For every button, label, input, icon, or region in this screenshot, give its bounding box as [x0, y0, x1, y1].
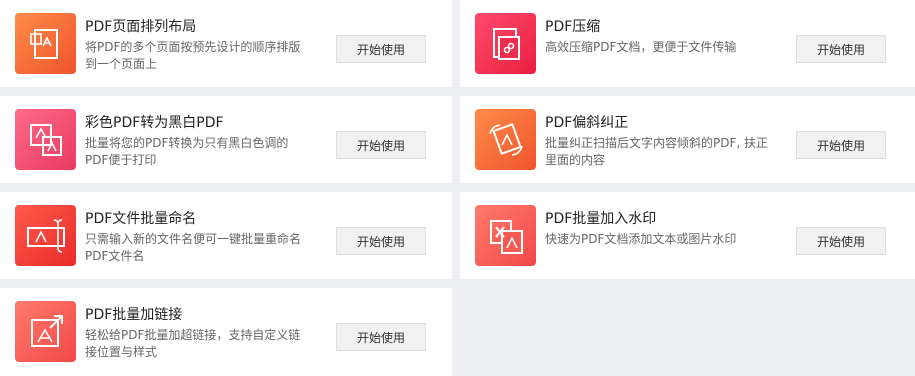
tool-card-pdf-batch-rename: PDF文件批量命名 只需输入新的文件名便可一键批量重命名PDF文件名 开始使用: [0, 192, 452, 279]
tool-description: 快速为PDF文档添加文本或图片水印: [545, 232, 737, 246]
tool-description: 轻松给PDF批量加超链接，支持自定义链接位置与样式: [85, 328, 301, 359]
pdf-deskew-icon: [475, 109, 536, 170]
tool-title: PDF文件批量命名: [85, 211, 197, 227]
tool-card-pdf-page-layout: PDF页面排列布局 将PDF的多个页面按预先设计的顺序排版到一个页面上 开始使用: [0, 0, 452, 87]
tool-card-pdf-deskew: PDF偏斜纠正 批量纠正扫描后文字内容倾斜的PDF, 扶正里面的内容 开始使用: [460, 96, 915, 183]
start-button[interactable]: 开始使用: [796, 227, 886, 255]
tool-description: 高效压缩PDF文档，更便于文件传输: [545, 40, 737, 54]
pdf-watermark-icon: [475, 205, 536, 266]
start-button[interactable]: 开始使用: [336, 131, 426, 159]
pdf-compress-icon: [475, 13, 536, 74]
tool-title: PDF批量加链接: [85, 307, 183, 323]
tool-description: 批量将您的PDF转换为只有黑白色调的PDF便于打印: [85, 136, 289, 167]
tool-title: PDF批量加入水印: [545, 211, 657, 227]
start-button[interactable]: 开始使用: [796, 35, 886, 63]
tool-card-pdf-watermark: PDF批量加入水印 快速为PDF文档添加文本或图片水印 开始使用: [460, 192, 915, 279]
pdf-color-to-bw-icon: [15, 109, 76, 170]
tool-title: PDF偏斜纠正: [545, 115, 629, 131]
tool-title: PDF压缩: [545, 19, 601, 35]
pdf-batch-rename-icon: [15, 205, 76, 266]
pdf-page-layout-icon: [15, 13, 76, 74]
tool-title: PDF页面排列布局: [85, 19, 197, 35]
tool-card-pdf-color-to-bw: 彩色PDF转为黑白PDF 批量将您的PDF转换为只有黑白色调的PDF便于打印 开…: [0, 96, 452, 183]
pdf-add-link-icon: [15, 301, 76, 362]
start-button[interactable]: 开始使用: [336, 35, 426, 63]
tool-description: 只需输入新的文件名便可一键批量重命名PDF文件名: [85, 232, 302, 263]
start-button[interactable]: 开始使用: [336, 323, 426, 351]
tool-description: 批量纠正扫描后文字内容倾斜的PDF, 扶正里面的内容: [545, 136, 769, 167]
tool-description: 将PDF的多个页面按预先设计的顺序排版到一个页面上: [85, 40, 301, 71]
tool-card-pdf-add-link: PDF批量加链接 轻松给PDF批量加超链接，支持自定义链接位置与样式 开始使用: [0, 288, 452, 376]
start-button[interactable]: 开始使用: [796, 131, 886, 159]
start-button[interactable]: 开始使用: [336, 227, 426, 255]
tool-card-pdf-compress: PDF压缩 高效压缩PDF文档，更便于文件传输 开始使用: [460, 0, 915, 87]
tool-title: 彩色PDF转为黑白PDF: [85, 115, 224, 131]
